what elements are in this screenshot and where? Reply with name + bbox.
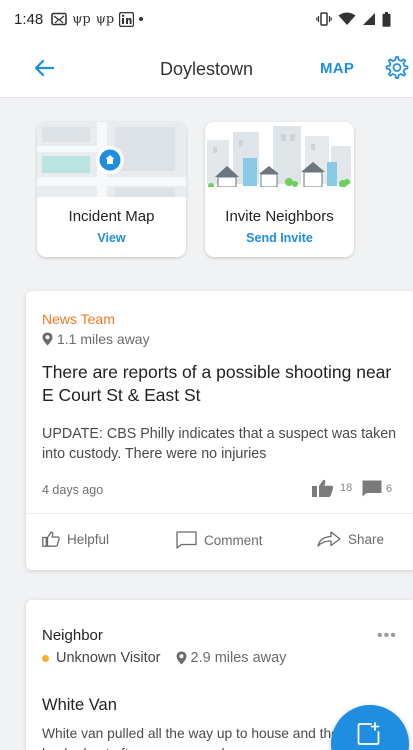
map-illustration	[37, 122, 186, 197]
dot-icon	[139, 17, 144, 21]
distance-text: 1.1 miles away	[57, 331, 150, 347]
battery-icon	[382, 11, 391, 27]
post-meta: Unknown Visitor 2.9 miles away	[42, 650, 286, 666]
incident-map-card[interactable]: Incident Map View	[37, 122, 186, 257]
comments-number: 6	[386, 482, 393, 495]
category-dot	[42, 654, 49, 662]
more-options-icon[interactable]: •••	[377, 627, 397, 645]
post-distance: 1.1 miles away	[42, 331, 150, 347]
back-button[interactable]	[30, 54, 58, 82]
linkedin-icon	[119, 11, 135, 27]
status-bar: 1:48 ψp ψp	[0, 0, 413, 38]
share-button[interactable]: Share	[317, 531, 384, 547]
arrow-left-icon	[34, 59, 55, 77]
helpful-label: Helpful	[67, 531, 110, 547]
comment-button[interactable]: Comment	[176, 531, 263, 549]
app-icon: ψp	[72, 11, 91, 27]
post-body: UPDATE: CBS Philly indicates that a susp…	[42, 426, 397, 462]
mail-icon	[51, 12, 68, 26]
vibrate-icon	[316, 12, 332, 26]
app-bar: Doylestown MAP	[0, 38, 413, 98]
post-source: Neighbor	[42, 627, 103, 644]
location-pin-icon	[42, 332, 53, 346]
post-title: There are reports of a possible shooting…	[42, 362, 392, 405]
share-arrow-icon	[317, 531, 341, 547]
comment-label: Comment	[204, 532, 263, 548]
post-source: News Team	[42, 311, 115, 327]
comment-outline-icon	[176, 531, 197, 549]
status-time: 1:48	[14, 10, 44, 28]
send-invite-link[interactable]: Send Invite	[205, 231, 354, 245]
invite-neighbors-card[interactable]: Invite Neighbors Send Invite	[205, 122, 354, 257]
wifi-icon	[338, 12, 356, 25]
thumbs-up-icon	[312, 479, 334, 497]
share-label: Share	[348, 531, 385, 547]
map-button[interactable]: MAP	[320, 60, 354, 77]
comments-count: 6	[362, 480, 392, 497]
card-title: Invite Neighbors	[225, 208, 334, 225]
news-post-card[interactable]: News Team 1.1 miles away There are repor…	[26, 291, 413, 570]
comment-bubble-icon	[362, 480, 382, 497]
card-title: Incident Map	[68, 208, 155, 225]
new-post-icon	[357, 722, 380, 745]
thumbs-up-outline-icon	[42, 531, 60, 547]
divider	[26, 513, 413, 514]
settings-button[interactable]	[383, 55, 409, 86]
helpful-button[interactable]: Helpful	[42, 531, 109, 547]
neighborhood-illustration	[205, 122, 354, 197]
likes-number: 18	[340, 482, 353, 494]
post-timestamp: 4 days ago	[42, 483, 104, 497]
post-distance: 2.9 miles away	[176, 650, 287, 666]
gear-icon	[385, 56, 409, 79]
notification-icons: ψp ψp	[51, 11, 144, 27]
post-title: White Van	[42, 696, 117, 714]
location-pin-icon	[176, 651, 187, 665]
signal-icon	[363, 13, 375, 25]
view-link[interactable]: View	[37, 231, 186, 245]
post-category: Unknown Visitor	[56, 650, 161, 666]
app-icon: ψp	[95, 11, 115, 27]
likes-count: 18	[312, 479, 352, 497]
distance-text: 2.9 miles away	[190, 650, 287, 666]
